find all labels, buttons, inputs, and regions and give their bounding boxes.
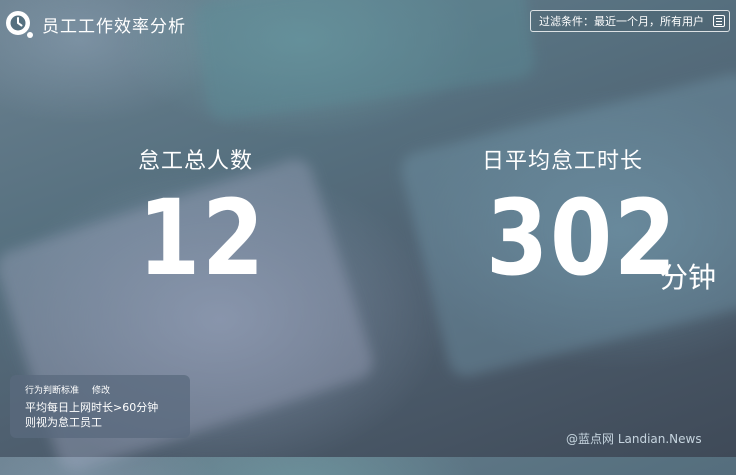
criteria-rule-line: 平均每日上网时长>60分钟 (25, 401, 159, 414)
avg-idle-duration-value: 302 (486, 177, 678, 299)
header: 员工工作效率分析 过滤条件：最近一个月，所有用户 (0, 0, 736, 46)
clock-icon (6, 11, 33, 38)
watermark: @蓝点网 Landian.News (566, 432, 702, 446)
filter-label: 过滤条件：最近一个月，所有用户 (539, 15, 704, 28)
idle-count-value: 12 (138, 177, 266, 299)
menu-icon[interactable] (713, 15, 725, 27)
criteria-heading: 行为判断标准 (25, 386, 80, 396)
filter-dropdown[interactable]: 过滤条件：最近一个月，所有用户 (530, 10, 730, 32)
page-title: 员工工作效率分析 (42, 17, 186, 37)
idle-count-label: 怠工总人数 (138, 149, 254, 174)
avg-idle-duration-unit: 分钟 (660, 261, 717, 294)
edit-criteria-link[interactable]: 修改 (92, 383, 110, 396)
criteria-rule: 平均每日上网时长>60分钟 则视为怠工员工 (25, 400, 158, 430)
criteria-rule-line: 则视为怠工员工 (25, 416, 102, 429)
criteria-panel: 行为判断标准 修改 平均每日上网时长>60分钟 则视为怠工员工 (10, 375, 190, 438)
avg-idle-duration-label: 日平均怠工时长 (482, 149, 644, 174)
